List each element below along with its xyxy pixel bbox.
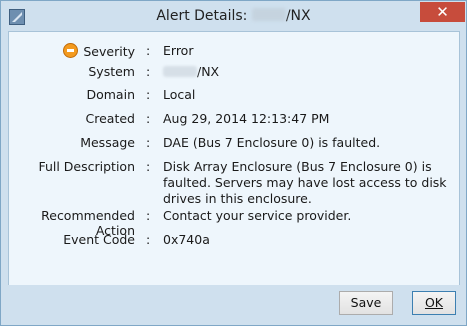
field-colon: :	[146, 64, 151, 79]
field-colon: :	[146, 159, 151, 174]
close-icon: ✕	[436, 3, 449, 21]
close-button[interactable]: ✕	[420, 2, 465, 22]
field-value-domain: Local	[163, 87, 196, 102]
ok-button-label: OK	[424, 295, 444, 310]
field-value-severity: Error	[163, 43, 194, 58]
window-title: Alert Details: /NX	[1, 8, 466, 24]
field-value-full-description: Disk Array Enclosure (Bus 7 Enclosure 0)…	[163, 159, 447, 206]
field-label-created: Created	[85, 111, 135, 126]
field-colon: :	[146, 43, 151, 58]
button-bar: Save OK	[1, 285, 466, 325]
field-value-recommended-action: Contact your service provider.	[163, 208, 352, 223]
field-label-system: System	[88, 64, 135, 79]
alert-details-window: Alert Details: /NX ✕ Severity : Error Sy…	[0, 0, 467, 326]
field-label-message: Message	[80, 135, 135, 150]
field-label-severity: Severity	[9, 43, 135, 59]
field-colon: :	[146, 135, 151, 150]
field-colon: :	[146, 232, 151, 247]
details-panel: Severity : Error System : /NX Domain : L…	[8, 31, 460, 286]
field-value-created: Aug 29, 2014 12:13:47 PM	[163, 111, 330, 126]
field-label-domain: Domain	[86, 87, 135, 102]
title-bar[interactable]: Alert Details: /NX ✕	[1, 1, 466, 31]
ok-button[interactable]: OK	[412, 291, 456, 315]
field-colon: :	[146, 208, 151, 223]
window-title-prefix: Alert Details:	[156, 8, 248, 24]
field-label-full-description: Full Description	[38, 159, 135, 174]
redacted-system-name	[163, 66, 197, 77]
field-label-event-code: Event Code	[63, 232, 135, 247]
window-title-suffix: /NX	[285, 8, 311, 24]
error-severity-icon	[63, 43, 79, 58]
field-value-system: /NX	[163, 64, 455, 80]
field-colon: :	[146, 111, 151, 126]
field-value-event-code: 0x740a	[163, 232, 210, 247]
field-value-message: DAE (Bus 7 Enclosure 0) is faulted.	[163, 135, 381, 150]
field-colon: :	[146, 87, 151, 102]
save-button[interactable]: Save	[339, 291, 393, 315]
redacted-system-name	[251, 8, 286, 21]
